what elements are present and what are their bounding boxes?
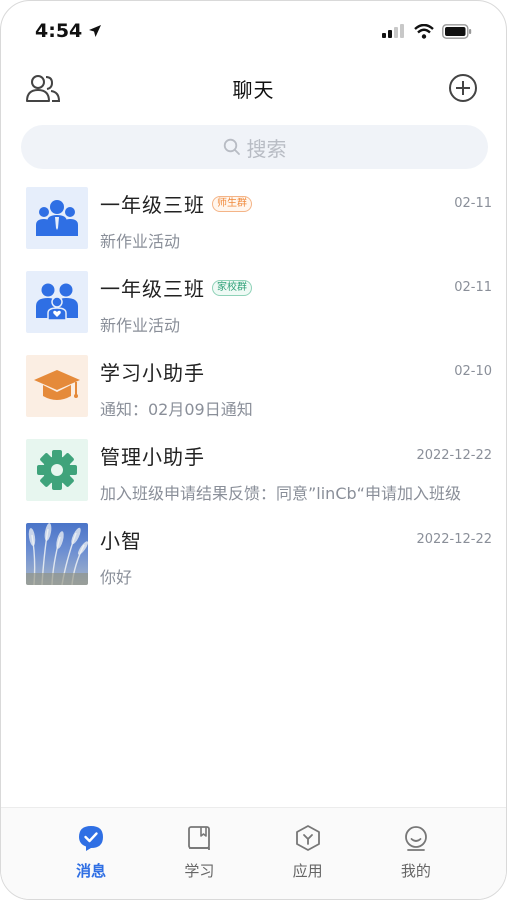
teacher-group-icon bbox=[36, 200, 78, 236]
wifi-icon bbox=[414, 23, 434, 39]
search-bar[interactable]: 搜索 bbox=[21, 125, 488, 169]
app-hexagon-icon bbox=[295, 825, 320, 851]
contacts-icon bbox=[26, 75, 61, 102]
status-icons bbox=[382, 23, 472, 39]
header: 聊天 bbox=[1, 63, 506, 113]
chat-time: 02-10 bbox=[454, 364, 492, 379]
chat-item[interactable]: 一年级三班 师生群 02-11 新作业活动 bbox=[1, 181, 506, 265]
contacts-button[interactable] bbox=[25, 71, 61, 105]
chat-name: 一年级三班 bbox=[100, 193, 205, 217]
avatar bbox=[26, 187, 88, 249]
chat-item[interactable]: 学习小助手 02-10 通知：02月09日通知 bbox=[1, 349, 506, 433]
tab-label: 应用 bbox=[292, 862, 323, 880]
family-group-icon bbox=[36, 283, 78, 321]
chat-time: 2022-12-22 bbox=[416, 448, 492, 463]
tab-bar: 消息 学习 应用 我的 bbox=[1, 807, 506, 899]
tab-messages[interactable]: 消息 bbox=[56, 824, 126, 899]
tab-label: 消息 bbox=[76, 862, 107, 880]
add-button[interactable] bbox=[446, 71, 480, 105]
battery-icon bbox=[442, 23, 472, 39]
phone-screen: 4:54 聊天 搜索 一年级三班 师生群 02-11 新作业活动 一年级三班 家… bbox=[0, 0, 507, 900]
chat-item[interactable]: 一年级三班 家校群 02-11 新作业活动 bbox=[1, 265, 506, 349]
tab-apps[interactable]: 应用 bbox=[273, 824, 343, 899]
message-bubble-icon bbox=[79, 826, 104, 851]
tab-label: 我的 bbox=[400, 862, 431, 880]
chat-item[interactable]: 管理小助手 2022-12-22 加入班级申请结果反馈：同意”linCb“申请加… bbox=[1, 433, 506, 517]
add-circle-icon bbox=[449, 74, 477, 102]
book-icon bbox=[188, 826, 211, 850]
chat-preview: 加入班级申请结果反馈：同意”linCb“申请加入班级 bbox=[100, 484, 461, 503]
profile-face-icon bbox=[404, 826, 427, 851]
status-bar: 4:54 bbox=[1, 1, 506, 61]
chat-name: 管理小助手 bbox=[100, 445, 205, 469]
group-tag: 师生群 bbox=[212, 195, 252, 212]
page-title: 聊天 bbox=[232, 77, 275, 102]
chat-list: 一年级三班 师生群 02-11 新作业活动 一年级三班 家校群 02-11 新作… bbox=[1, 181, 506, 601]
graduation-cap-icon bbox=[34, 370, 80, 400]
signal-icon bbox=[382, 24, 404, 38]
chat-time: 2022-12-22 bbox=[416, 532, 492, 547]
chat-item[interactable]: 小智 2022-12-22 你好 bbox=[1, 517, 506, 601]
chat-name: 学习小助手 bbox=[100, 361, 205, 385]
chat-preview: 新作业活动 bbox=[100, 232, 181, 251]
chat-time: 02-11 bbox=[454, 280, 492, 295]
tab-study[interactable]: 学习 bbox=[164, 824, 234, 899]
group-tag: 家校群 bbox=[212, 279, 252, 296]
search-icon bbox=[223, 138, 240, 155]
avatar bbox=[26, 271, 88, 333]
chat-name: 一年级三班 bbox=[100, 277, 205, 301]
chat-preview: 新作业活动 bbox=[100, 316, 181, 335]
tab-label: 学习 bbox=[184, 862, 215, 880]
chat-time: 02-11 bbox=[454, 196, 492, 211]
tab-profile[interactable]: 我的 bbox=[381, 824, 451, 899]
reed-photo-icon bbox=[26, 523, 88, 585]
chat-name: 小智 bbox=[100, 529, 142, 553]
gear-icon bbox=[37, 450, 77, 490]
chat-preview: 你好 bbox=[100, 568, 133, 587]
search-placeholder: 搜索 bbox=[246, 136, 287, 161]
avatar-photo bbox=[26, 523, 88, 585]
time-text: 4:54 bbox=[35, 20, 83, 42]
chat-preview: 通知：02月09日通知 bbox=[100, 400, 253, 419]
status-time: 4:54 bbox=[35, 20, 102, 42]
location-arrow-icon bbox=[89, 25, 102, 37]
avatar bbox=[26, 439, 88, 501]
avatar bbox=[26, 355, 88, 417]
